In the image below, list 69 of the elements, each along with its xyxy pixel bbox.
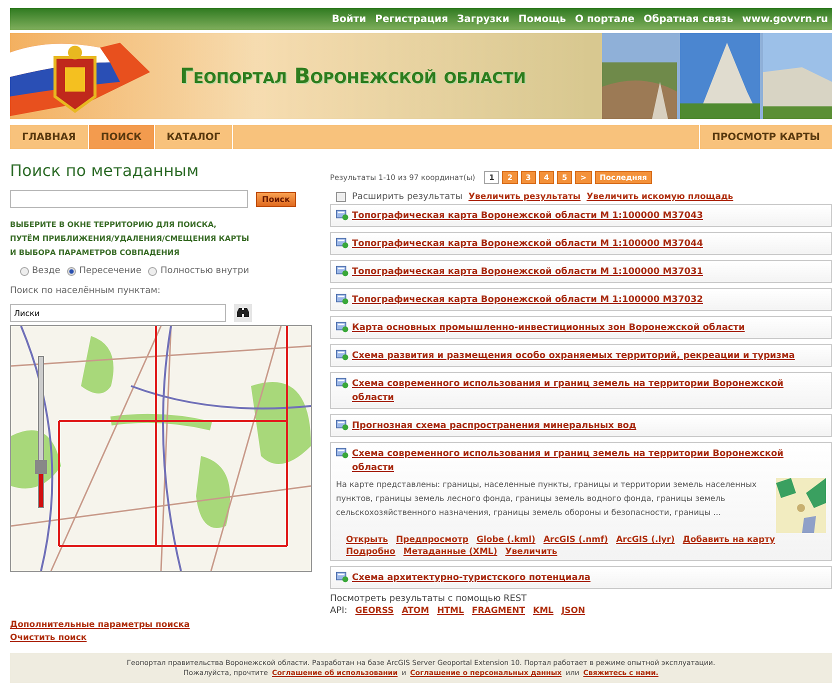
result-title-link[interactable]: Топографическая карта Воронежской области М 1:100000 М37043	[352, 209, 703, 223]
result-title-link[interactable]: Схема развития и размещения особо охраняемых территорий, рекреации и туризма	[352, 349, 795, 363]
map-document-icon	[336, 447, 349, 459]
action-link[interactable]: Увеличить результаты	[468, 192, 581, 202]
result-action-link[interactable]: Предпросмотр	[396, 535, 468, 545]
map-document-icon	[336, 321, 349, 333]
binoculars-icon	[234, 304, 252, 322]
api-link[interactable]: GEORSS	[355, 606, 394, 616]
result-title-link[interactable]: Схема современного использования и границ земель на территории Воронежской области	[352, 447, 826, 475]
radio-button[interactable]	[67, 266, 76, 276]
api-link[interactable]: HTML	[437, 606, 464, 616]
action-link[interactable]: Увеличить искомую площадь	[586, 192, 734, 202]
top-link[interactable]: Загрузки	[456, 14, 510, 24]
result-action-link[interactable]: ArcGIS (.lyr)	[616, 535, 675, 545]
map-document-icon	[336, 293, 349, 305]
place-field[interactable]: Лиски	[10, 304, 226, 322]
map-document-icon	[336, 209, 349, 221]
result-title-link[interactable]: Схема архитектурно-туристского потенциала	[352, 571, 590, 585]
nav-tab[interactable]: КАТАЛОГ	[154, 125, 234, 149]
result-title-link[interactable]: Карта основных промышленно-инвестиционных зон Воронежской области	[352, 321, 745, 335]
nav-tab[interactable]: ПОИСК	[88, 125, 155, 149]
top-link[interactable]: www.govvrn.ru	[742, 14, 828, 24]
map-document-icon	[336, 419, 349, 431]
result-description: На карте представлены: границы, населенные пункты, границы и территории земель населенных пунктов, границы земель лесного фонда, границы земель водного фонда, границы земель сельскохозяйственного назначения, границы земель обороны и безопасности, границы ...	[336, 479, 758, 519]
result-title-link[interactable]: Схема современного использования и границ земель на территории Воронежской области	[352, 377, 826, 405]
result-action-link[interactable]: Globe (.kml)	[476, 535, 536, 545]
result-title-link[interactable]: Прогнозная схема распространения минеральных вод	[352, 419, 636, 433]
map-document-icon	[336, 571, 349, 583]
search-button[interactable]: Поиск	[256, 192, 296, 206]
zoom-slider[interactable]	[38, 356, 44, 508]
api-link[interactable]: FRAGMENT	[472, 606, 525, 616]
top-link[interactable]: Войти	[332, 14, 366, 24]
expand-checkbox[interactable]	[336, 192, 346, 202]
place-label: Поиск по населённым пунктам:	[10, 286, 162, 296]
map-document-icon	[336, 377, 349, 389]
radio-label: Везде	[32, 266, 60, 276]
result-title-link[interactable]: Топографическая карта Воронежской области М 1:100000 М37044	[352, 237, 703, 251]
map-document-icon	[336, 265, 349, 277]
map-document-icon	[336, 349, 349, 361]
search-option-link[interactable]: Очистить поиск	[10, 633, 320, 643]
api-label: API:	[330, 606, 348, 616]
search-heading: Поиск по метаданным	[10, 161, 200, 180]
radio-button[interactable]	[148, 266, 158, 276]
top-link[interactable]: Регистрация	[375, 14, 448, 24]
radio-label: Полностью внутри	[160, 266, 250, 276]
api-link[interactable]: ATOM	[402, 606, 430, 616]
api-link[interactable]: KML	[533, 606, 554, 616]
result-title-link[interactable]: Топографическая карта Воронежской области М 1:100000 М37032	[352, 293, 703, 307]
result-action-link[interactable]: Увеличить	[505, 547, 558, 557]
zoom-slider-thumb[interactable]	[35, 460, 47, 474]
radio-button[interactable]	[20, 266, 29, 276]
result-action-link[interactable]: Добавить на карту	[682, 535, 776, 545]
site-title: Геопортал Воронежской области	[179, 64, 527, 88]
map-document-icon	[336, 237, 349, 249]
checkbox-label: Расширить результаты	[352, 192, 462, 202]
search-field[interactable]	[10, 190, 248, 208]
result-action-link[interactable]: Подробно	[346, 547, 396, 557]
result-action-link[interactable]: Открыть	[346, 535, 388, 545]
api-link[interactable]: JSON	[561, 606, 586, 616]
rest-label: Посмотреть результаты с помощью REST	[330, 594, 528, 604]
nav-tab[interactable]: ПРОСМОТР КАРТЫ	[698, 125, 832, 149]
result-action-link[interactable]: ArcGIS (.nmf)	[543, 535, 608, 545]
radio-label: Пересечение	[79, 266, 142, 276]
result-action-link[interactable]: Метаданные (XML)	[403, 547, 498, 557]
search-option-link[interactable]: Дополнительные параметры поиска	[10, 620, 320, 630]
top-link[interactable]: О портале	[575, 14, 635, 24]
top-link[interactable]: Обратная связь	[644, 14, 734, 24]
top-link[interactable]: Помощь	[518, 14, 566, 24]
result-title-link[interactable]: Топографическая карта Воронежской области М 1:100000 М37031	[352, 265, 703, 279]
